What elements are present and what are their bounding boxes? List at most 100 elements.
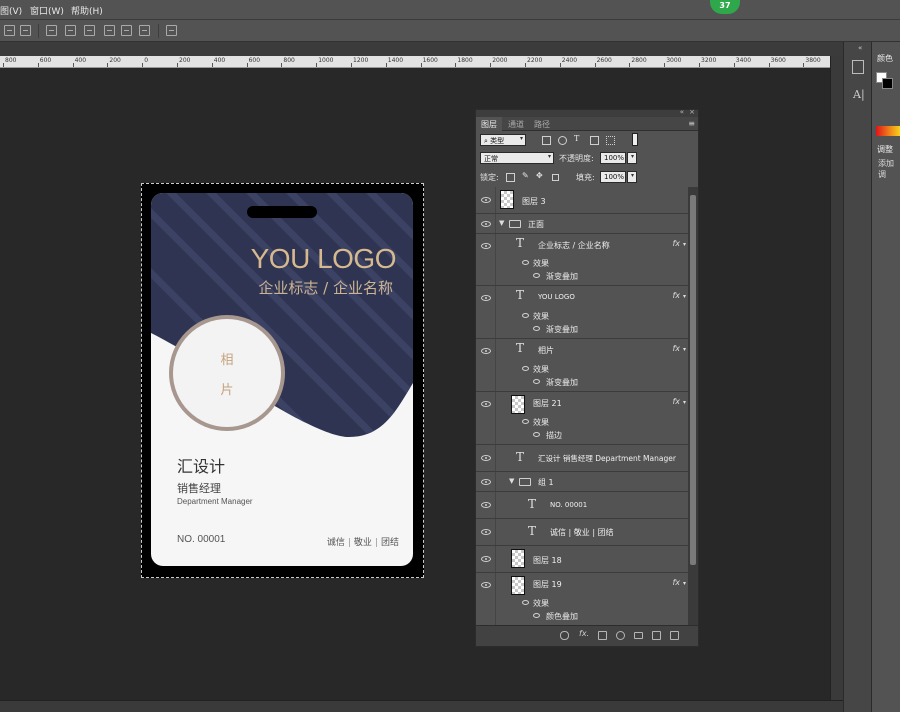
- fx-icon[interactable]: fx: [672, 291, 680, 300]
- eye-icon[interactable]: [533, 613, 540, 618]
- group-row[interactable]: ▼ 组 1: [476, 472, 688, 492]
- align-right-icon[interactable]: [139, 25, 150, 36]
- filter-toggle-icon[interactable]: [632, 133, 638, 146]
- opacity-dropdown[interactable]: ▾: [627, 152, 637, 164]
- layer-row[interactable]: 图层 21 fx ▾ 效果 描边: [476, 392, 688, 445]
- color-spectrum[interactable]: [876, 126, 900, 136]
- layer-row[interactable]: 图层 18: [476, 546, 688, 573]
- horizontal-scrollbar[interactable]: [0, 700, 843, 712]
- eye-icon[interactable]: [533, 379, 540, 384]
- group-row[interactable]: ▼ 正面: [476, 214, 688, 234]
- align-hcenter-icon[interactable]: [121, 25, 132, 36]
- tab-channels[interactable]: 通道: [503, 117, 529, 131]
- filter-type-icon[interactable]: T: [574, 134, 579, 143]
- chevron-down-icon[interactable]: ▾: [683, 346, 686, 353]
- eye-icon[interactable]: [481, 348, 491, 354]
- adjustment-icon[interactable]: [616, 631, 625, 640]
- eye-icon[interactable]: [481, 295, 491, 301]
- align-top-icon[interactable]: [46, 25, 57, 36]
- chevron-down-icon[interactable]: ▾: [683, 241, 686, 248]
- menu-view[interactable]: 图(V): [0, 4, 22, 17]
- filter-pixel-icon[interactable]: [542, 136, 551, 145]
- eye-icon[interactable]: [481, 221, 491, 227]
- background-swatch[interactable]: [882, 78, 893, 89]
- eye-icon[interactable]: [481, 197, 491, 203]
- character-icon[interactable]: A|: [853, 88, 865, 101]
- lock-move-icon[interactable]: ✥: [536, 171, 543, 180]
- fx-icon[interactable]: fx: [672, 578, 680, 587]
- fx-icon[interactable]: fx: [672, 344, 680, 353]
- tab-layers[interactable]: 图层: [476, 117, 502, 131]
- layer-row[interactable]: T NO. 00001: [476, 492, 688, 519]
- distribute-vcenter-icon[interactable]: [20, 25, 31, 36]
- trash-icon[interactable]: [670, 631, 679, 640]
- filter-shape-icon[interactable]: [590, 136, 599, 145]
- tab-adjustments[interactable]: 调整: [877, 144, 893, 155]
- ruler-tick: [177, 63, 178, 67]
- collapse-icon[interactable]: «: [858, 44, 862, 52]
- fx-icon[interactable]: fx: [672, 239, 680, 248]
- lock-transparency-icon[interactable]: [506, 173, 515, 182]
- expand-arrow-icon[interactable]: ▼: [499, 219, 504, 227]
- eye-icon[interactable]: [481, 455, 491, 461]
- eye-icon[interactable]: [481, 529, 491, 535]
- layer-row[interactable]: 图层 3: [476, 187, 688, 214]
- align-bottom-icon[interactable]: [84, 25, 95, 36]
- tab-color[interactable]: 颜色: [877, 53, 893, 64]
- eye-icon[interactable]: [481, 401, 491, 407]
- chevron-down-icon[interactable]: ▾: [683, 293, 686, 300]
- layer-row[interactable]: T 相片 fx ▾ 效果 渐变叠加: [476, 339, 688, 392]
- eye-icon[interactable]: [522, 260, 529, 265]
- eye-icon[interactable]: [522, 313, 529, 318]
- blend-mode-select[interactable]: 正常 ▾: [480, 152, 554, 164]
- fx-icon[interactable]: fx.: [579, 629, 589, 638]
- align-vcenter-icon[interactable]: [65, 25, 76, 36]
- filter-kind-select[interactable]: ⌕ 类型 ▾: [480, 134, 526, 146]
- panel-title-bar[interactable]: « ×: [476, 108, 698, 117]
- filter-smart-icon[interactable]: [606, 136, 615, 145]
- layer-row[interactable]: T 汇设计 销售经理 Department Manager: [476, 445, 688, 472]
- lock-all-icon[interactable]: [552, 174, 559, 181]
- collapse-icon[interactable]: «: [680, 108, 684, 116]
- eye-icon[interactable]: [481, 243, 491, 249]
- link-icon[interactable]: [560, 631, 569, 640]
- chevron-down-icon[interactable]: ▾: [683, 580, 686, 587]
- eye-icon[interactable]: [533, 432, 540, 437]
- fx-icon[interactable]: fx: [672, 397, 680, 406]
- fill-dropdown[interactable]: ▾: [627, 171, 637, 183]
- chevron-down-icon[interactable]: ▾: [683, 399, 686, 406]
- eye-icon[interactable]: [522, 600, 529, 605]
- eye-icon[interactable]: [533, 326, 540, 331]
- align-left-icon[interactable]: [104, 25, 115, 36]
- eye-icon[interactable]: [481, 479, 491, 485]
- distribute-top-icon[interactable]: [4, 25, 15, 36]
- auto-align-icon[interactable]: [166, 25, 177, 36]
- menu-help[interactable]: 帮助(H): [71, 4, 103, 17]
- lock-paint-icon[interactable]: ✎: [522, 171, 529, 180]
- eye-icon[interactable]: [533, 273, 540, 278]
- new-layer-icon[interactable]: [652, 631, 661, 640]
- vertical-scrollbar[interactable]: [830, 56, 843, 700]
- layer-row[interactable]: T YOU LOGO fx ▾ 效果 渐变叠加: [476, 286, 688, 339]
- layer-row[interactable]: T 诚信 | 敬业 | 团结: [476, 519, 688, 546]
- eye-icon[interactable]: [481, 582, 491, 588]
- eye-icon[interactable]: [522, 366, 529, 371]
- folder-icon[interactable]: [634, 632, 643, 639]
- eye-icon[interactable]: [522, 419, 529, 424]
- fill-input[interactable]: 100%: [600, 171, 626, 183]
- ruler-tick: [664, 63, 666, 67]
- history-icon[interactable]: [852, 60, 864, 74]
- layer-row[interactable]: T 企业标志 / 企业名称 fx ▾ 效果 渐变叠加: [476, 234, 688, 286]
- scrollbar-thumb[interactable]: [690, 195, 696, 565]
- filter-adjustment-icon[interactable]: [558, 136, 567, 145]
- close-panel-icon[interactable]: ×: [689, 108, 695, 116]
- layer-row[interactable]: 图层 19 fx ▾ 效果 颜色叠加: [476, 573, 688, 625]
- eye-icon[interactable]: [481, 556, 491, 562]
- panel-menu-icon[interactable]: ≡: [688, 119, 695, 128]
- eye-icon[interactable]: [481, 502, 491, 508]
- menu-window[interactable]: 窗口(W): [30, 4, 64, 17]
- mask-icon[interactable]: [598, 631, 607, 640]
- opacity-input[interactable]: 100%: [600, 152, 626, 164]
- expand-arrow-icon[interactable]: ▼: [509, 477, 514, 485]
- tab-paths[interactable]: 路径: [529, 117, 555, 131]
